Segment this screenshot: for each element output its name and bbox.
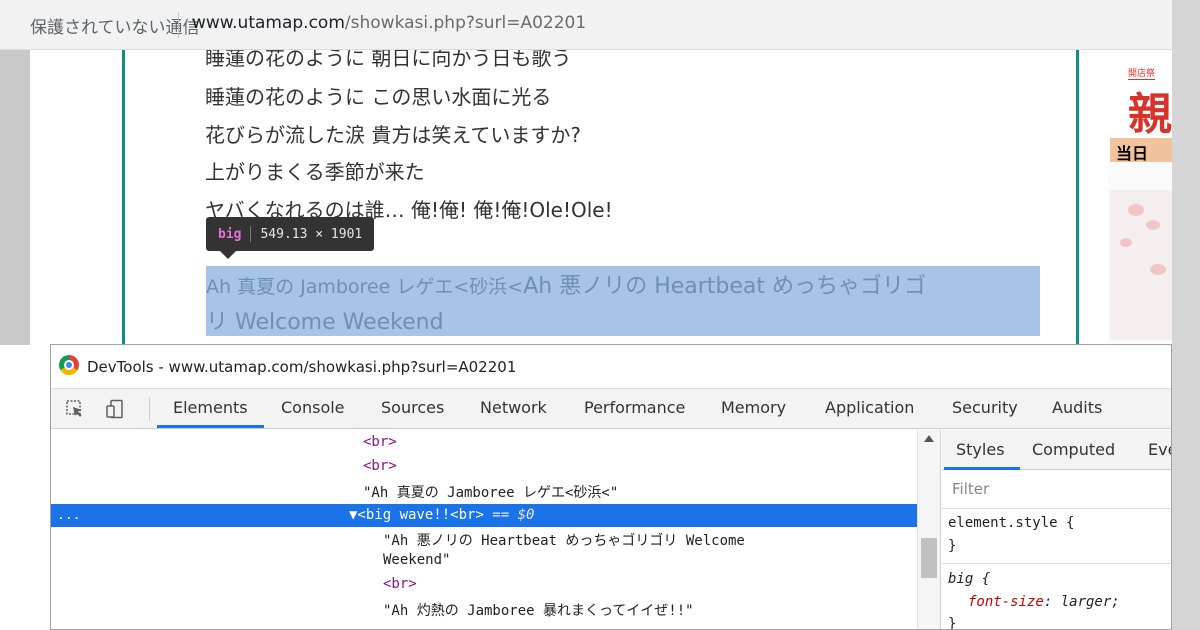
elements-panel[interactable]: <br> <br> "Ah 真夏の Jamboree レゲエ<砂浜<" ... … [51, 430, 917, 629]
tab-elements[interactable]: Elements [173, 398, 248, 417]
ad-bar: 当日 [1110, 138, 1172, 163]
selected-node-text[interactable]: ▼<big wave!!<br> == $0 [349, 507, 534, 523]
selected-node-tag: ▼<big wave!!<br> [349, 507, 484, 523]
active-subtab-indicator [944, 467, 1020, 470]
dom-node-br[interactable]: <br> [363, 458, 397, 474]
dom-node-br[interactable]: <br> [383, 576, 417, 592]
petal-shape [1150, 264, 1166, 275]
lyric-line: 睡蓮の花のように この思い水面に光る [205, 85, 552, 109]
dom-text-node[interactable]: "Ah 灼熱の Jamboree 暴れまくってイイぜ!!" [383, 600, 694, 620]
style-rule-divider [942, 563, 1171, 564]
petal-shape [1128, 204, 1144, 216]
petal-shape [1120, 238, 1132, 247]
chrome-logo-icon [59, 355, 79, 375]
filter-divider [942, 508, 1171, 509]
lyric-line: 花びらが流した涙 貴方は笑えていますか? [205, 123, 581, 147]
tooltip-dimensions: 549.13 × 1901 [260, 226, 363, 242]
advertisement[interactable]: 開店祭 親 当日 [1108, 50, 1172, 345]
css-rule-selector[interactable]: big { [948, 571, 990, 587]
right-window-edge [1172, 0, 1200, 630]
node-actions-dots[interactable]: ... [57, 508, 80, 523]
inspect-element-icon[interactable] [65, 399, 85, 419]
devtools-window[interactable]: DevTools - www.utamap.com/showkasi.php?s… [50, 344, 1172, 630]
ad-banner[interactable]: 開店祭 親 当日 [1108, 50, 1172, 163]
devtools-body: <br> <br> "Ah 真夏の Jamboree レゲエ<砂浜<" ... … [51, 430, 1171, 630]
devtools-tabbar: Elements Console Sources Network Perform… [51, 389, 1171, 429]
highlighted-lyric-line: Ah 真夏の Jamboree レゲエ<砂浜<Ah 悪ノリの Heartbeat… [206, 268, 926, 300]
scroll-up-arrow-icon[interactable] [924, 435, 934, 442]
tab-memory[interactable]: Memory [721, 398, 786, 417]
styles-filter-input[interactable]: Filter [952, 480, 989, 498]
tab-console[interactable]: Console [281, 398, 345, 417]
css-property-name: font-size [968, 594, 1044, 610]
left-page-edge [0, 50, 30, 345]
tooltip-arrow [220, 251, 236, 259]
url-host: www.utamap.com [192, 13, 345, 33]
web-page: 睡蓮の花のように 朝日に向かう日も歌う 睡蓮の花のように この思い水面に光る 花… [30, 50, 1172, 345]
toolbar-separator [149, 397, 150, 421]
devtools-title: DevTools - www.utamap.com/showkasi.php?s… [87, 358, 517, 376]
tab-audits[interactable]: Audits [1052, 398, 1102, 417]
element-style-selector[interactable]: element.style { [948, 515, 1074, 531]
dom-text-node[interactable]: Weekend" [383, 552, 450, 568]
subtab-event-listeners[interactable]: Eve [1148, 440, 1171, 459]
dom-text-node[interactable]: "Ah 真夏の Jamboree レゲエ<砂浜<" [363, 482, 618, 502]
url-text[interactable]: www.utamap.com/showkasi.php?surl=A02201 [192, 13, 586, 33]
tab-network[interactable]: Network [480, 398, 547, 417]
css-property-value: larger; [1060, 594, 1120, 610]
ad-flower-image[interactable] [1110, 190, 1172, 340]
petal-shape [1146, 220, 1160, 230]
styles-subtabs: Styles Computed Eve [942, 430, 1171, 470]
tooltip-separator [250, 226, 252, 242]
dom-text-node[interactable]: "Ah 悪ノリの Heartbeat めっちゃゴリゴリ Welcome [383, 530, 745, 550]
scrollbar-thumb[interactable] [921, 538, 937, 578]
subtab-computed[interactable]: Computed [1032, 440, 1115, 459]
tab-application[interactable]: Application [825, 398, 914, 417]
active-tab-indicator [157, 425, 264, 428]
tab-security[interactable]: Security [952, 398, 1018, 417]
devtools-titlebar[interactable]: DevTools - www.utamap.com/showkasi.php?s… [51, 345, 1171, 389]
highlighted-lyric-line: リ Welcome Weekend [206, 310, 444, 335]
ad-big-text: 親 [1128, 89, 1172, 140]
styles-pane[interactable]: Styles Computed Eve Filter element.style… [942, 430, 1171, 630]
tab-sources[interactable]: Sources [381, 398, 444, 417]
address-bar[interactable]: 保護されていない通信 www.utamap.com/showkasi.php?s… [0, 0, 1175, 50]
subtab-styles[interactable]: Styles [956, 440, 1005, 459]
tab-performance[interactable]: Performance [584, 398, 685, 417]
css-declaration[interactable]: font-size: larger; [968, 594, 1120, 610]
highlighted-text-small: Ah 真夏の Jamboree レゲエ<砂浜< [206, 276, 524, 298]
ad-bar-text: 当日 [1116, 144, 1149, 163]
lyric-line: 睡蓮の花のように 朝日に向かう日も歌う [205, 50, 572, 70]
selected-node-marker: == $0 [483, 507, 535, 523]
security-label[interactable]: 保護されていない通信 [30, 13, 200, 38]
lyric-line: 上がりまくる季節が来た [205, 160, 425, 184]
address-separator [178, 12, 179, 38]
elements-scrollbar[interactable] [917, 430, 941, 629]
device-toolbar-icon[interactable] [105, 399, 125, 419]
dom-node-br[interactable]: <br> [363, 434, 397, 450]
inspect-tooltip: big 549.13 × 1901 [206, 217, 375, 251]
element-style-close: } [948, 538, 957, 554]
tooltip-tag: big [218, 226, 242, 242]
css-rule-close: } [948, 616, 957, 630]
highlighted-text-big: Ah 悪ノリの Heartbeat めっちゃゴリゴ [523, 274, 927, 299]
url-path: /showkasi.php?surl=A02201 [344, 13, 587, 33]
